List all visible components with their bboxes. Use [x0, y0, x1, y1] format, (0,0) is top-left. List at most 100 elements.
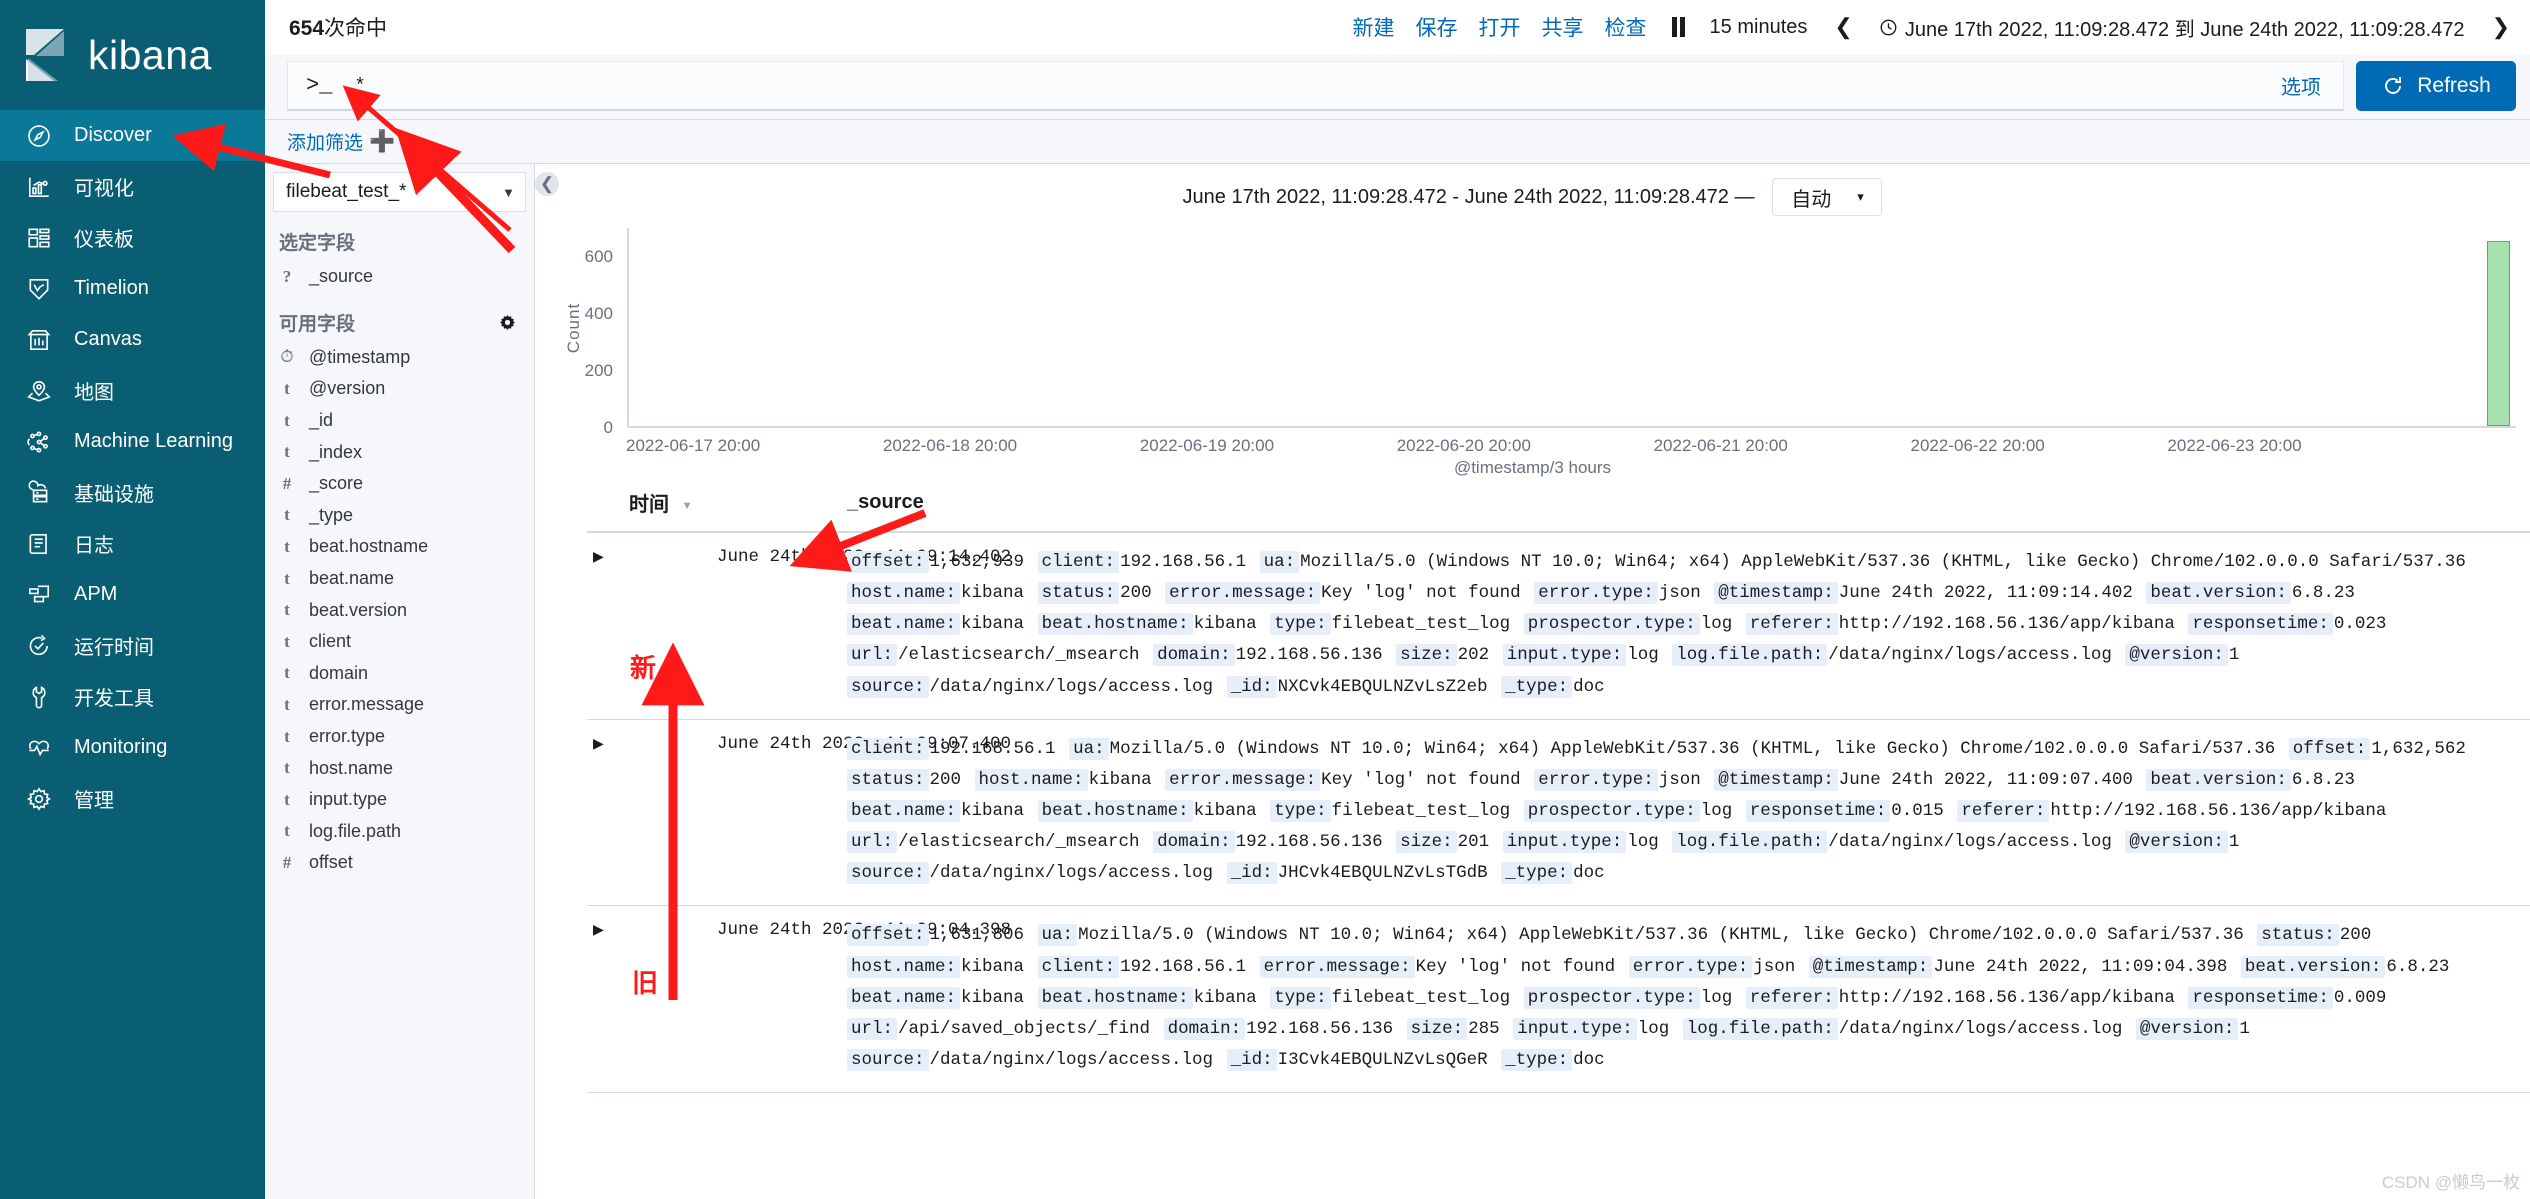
- source-field-key: status:: [2257, 924, 2339, 947]
- sidebar-item-machine-learning[interactable]: Machine Learning: [0, 416, 265, 467]
- field-item[interactable]: t input.type: [265, 784, 534, 816]
- source-field-value: 285: [1468, 1018, 1500, 1039]
- field-item[interactable]: t beat.name: [265, 563, 534, 595]
- sidebar-item-canvas[interactable]: Canvas: [0, 314, 265, 365]
- sidebar-item-开发工具[interactable]: 开发工具: [0, 671, 265, 722]
- table-row[interactable]: ▶June 24th 2022, 11:09:04.398offset:1,63…: [587, 905, 2530, 1094]
- source-field-value: /elasticsearch/_msearch: [898, 645, 1140, 666]
- column-header-source[interactable]: _source: [847, 478, 2530, 533]
- source-field-key: referer:: [1745, 613, 1838, 636]
- inspect-button[interactable]: 检查: [1605, 12, 1647, 42]
- table-row[interactable]: ▶June 24th 2022, 11:09:07.400client:192.…: [587, 719, 2530, 907]
- column-header-time[interactable]: 时间 ▼: [587, 478, 847, 533]
- sidebar-item-monitoring[interactable]: Monitoring: [0, 722, 265, 773]
- source-field-value: 0.023: [2333, 614, 2387, 635]
- chart-interval-select[interactable]: 自动 ▾: [1772, 178, 1883, 216]
- chevron-left-circle-icon[interactable]: ❮: [535, 172, 559, 196]
- source-field-value: filebeat_test_log: [1331, 987, 1511, 1008]
- row-time-cell: June 24th 2022, 11:09:14.402: [717, 532, 1011, 720]
- source-field-key: url:: [847, 831, 898, 854]
- source-field-value: kibana: [1088, 769, 1152, 790]
- source-field-value: kibana: [961, 583, 1025, 604]
- kibana-logo[interactable]: kibana: [0, 0, 265, 110]
- chart-bar[interactable]: [2487, 241, 2510, 426]
- field-item[interactable]: t _index: [265, 436, 534, 468]
- index-pattern-select[interactable]: filebeat_test_* ▼: [273, 172, 526, 212]
- source-field-value: json: [1658, 583, 1701, 604]
- source-field-key: status:: [847, 768, 929, 791]
- field-item[interactable]: t beat.hostname: [265, 531, 534, 563]
- source-field-key: log.file.path:: [1682, 1017, 1838, 1040]
- sidebar-item-地图[interactable]: 地图: [0, 365, 265, 416]
- pause-icon[interactable]: [1668, 17, 1689, 37]
- selected-fields-label: 选定字段: [279, 233, 356, 254]
- share-button[interactable]: 共享: [1542, 12, 1584, 42]
- chart-plot-area[interactable]: [627, 228, 2516, 428]
- sidebar-item-label: 基础设施: [74, 484, 154, 506]
- sidebar-item-管理[interactable]: 管理: [0, 773, 265, 824]
- source-field-value: NXCvk4EBQULNZvLsZ2eb: [1277, 676, 1488, 697]
- field-item[interactable]: # offset: [265, 847, 534, 879]
- field-type-icon: t: [284, 505, 290, 525]
- sidebar-item-label: 开发工具: [74, 688, 154, 710]
- save-button[interactable]: 保存: [1416, 12, 1458, 42]
- sidebar-item-运行时间[interactable]: 运行时间: [0, 620, 265, 671]
- row-expand-cell[interactable]: ▶: [587, 719, 717, 907]
- refresh-interval-label[interactable]: 15 minutes: [1710, 16, 1808, 39]
- sidebar-item-label: APM: [74, 583, 118, 605]
- chevron-left-icon[interactable]: ❮: [1828, 14, 1858, 40]
- field-item[interactable]: t domain: [265, 658, 534, 690]
- date-range-picker[interactable]: June 17th 2022, 11:09:28.472 到 June 24th…: [1880, 13, 2465, 42]
- open-button[interactable]: 打开: [1479, 12, 1521, 42]
- source-field-key: size:: [1396, 831, 1457, 854]
- gear-icon[interactable]: [499, 314, 516, 331]
- source-field-value: http://192.168.56.136/app/kibana: [1838, 987, 2175, 1008]
- search-input[interactable]: >_ * 选项: [287, 61, 2344, 111]
- field-item[interactable]: # _score: [265, 468, 534, 500]
- sidebar-item-label: Machine Learning: [74, 430, 233, 452]
- sidebar-item-apm[interactable]: APM: [0, 569, 265, 620]
- field-item[interactable]: ⏱ @timestamp: [265, 342, 534, 374]
- field-type-icon: t: [284, 442, 290, 462]
- source-field-key: type:: [1270, 613, 1331, 636]
- field-item[interactable]: t _type: [265, 500, 534, 532]
- sidebar-item-基础设施[interactable]: 基础设施: [0, 467, 265, 518]
- options-link[interactable]: 选项: [2281, 71, 2321, 100]
- source-field-key: beat.version:: [2146, 582, 2291, 605]
- field-item[interactable]: t host.name: [265, 752, 534, 784]
- new-button[interactable]: 新建: [1353, 12, 1395, 42]
- field-item[interactable]: t error.message: [265, 689, 534, 721]
- source-field-value: Mozilla/5.0 (Windows NT 10.0; Win64; x64…: [1109, 738, 2276, 759]
- sidebar-item-timelion[interactable]: Timelion: [0, 263, 265, 314]
- expand-triangle-icon[interactable]: ▶: [593, 548, 604, 564]
- field-item[interactable]: ? _source: [265, 261, 534, 293]
- sidebar-item-日志[interactable]: 日志: [0, 518, 265, 569]
- field-item[interactable]: t error.type: [265, 721, 534, 753]
- documents-table-wrap: 时间 ▼ _source ▶ June 24th 2022, 11:09:14.4…: [535, 478, 2530, 1199]
- sidebar-item-可视化[interactable]: 可视化: [0, 161, 265, 212]
- sidebar-item-discover[interactable]: Discover: [0, 110, 265, 161]
- field-item[interactable]: t client: [265, 626, 534, 658]
- source-field-key: error.message:: [1165, 582, 1321, 605]
- field-item[interactable]: t @version: [265, 373, 534, 405]
- expand-triangle-icon[interactable]: ▶: [593, 735, 604, 751]
- sort-desc-icon[interactable]: ▼: [682, 500, 693, 512]
- field-item[interactable]: t beat.version: [265, 594, 534, 626]
- source-field-value: June 24th 2022, 11:09:04.398: [1933, 956, 2228, 977]
- expand-triangle-icon[interactable]: ▶: [593, 921, 604, 937]
- source-field-value: filebeat_test_log: [1331, 614, 1511, 635]
- row-source-cell: client: 192.168.56.1 ua: Mozilla/5.0 (Wind…: [847, 719, 2530, 907]
- field-item[interactable]: t _id: [265, 405, 534, 437]
- top-toolbar: 654次命中 新建 保存 打开 共享 检查 15 minutes ❮ June …: [265, 0, 2530, 55]
- chart-x-tick: 2022-06-20 20:00: [1396, 436, 1531, 455]
- field-item[interactable]: t log.file.path: [265, 816, 534, 848]
- row-expand-cell[interactable]: ▶: [587, 532, 717, 720]
- selected-fields-list: ? _source: [265, 261, 534, 293]
- field-name: @version: [309, 378, 386, 399]
- chart-x-tick: 2022-06-17 20:00: [625, 436, 761, 455]
- refresh-button[interactable]: Refresh: [2356, 61, 2516, 111]
- table-row[interactable]: ▶June 24th 2022, 11:09:14.402offset:1,63…: [587, 532, 2530, 720]
- add-filter-button[interactable]: 添加筛选 ➕: [287, 128, 395, 155]
- chevron-right-icon[interactable]: ❯: [2486, 14, 2516, 40]
- sidebar-item-仪表板[interactable]: 仪表板: [0, 212, 265, 263]
